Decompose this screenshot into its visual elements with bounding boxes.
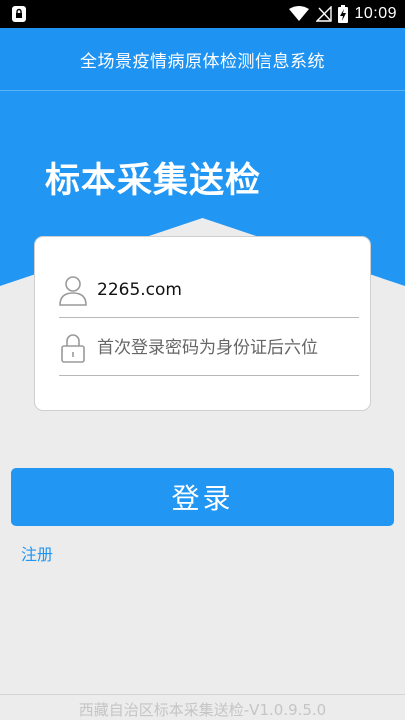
- app-bar: 全场景疫情病原体检测信息系统: [0, 28, 405, 91]
- password-field: [59, 318, 359, 376]
- page-title: 标本采集送检: [45, 161, 262, 201]
- lock-icon: [12, 6, 26, 22]
- register-link[interactable]: 注册: [21, 541, 53, 565]
- footer-divider: [0, 694, 405, 695]
- login-card: [34, 236, 371, 411]
- status-time: 10:09: [354, 5, 397, 22]
- status-bar: 10:09: [0, 0, 405, 28]
- user-icon: [59, 276, 87, 306]
- signal-off-icon: [316, 6, 333, 22]
- status-icons: 10:09: [288, 4, 397, 24]
- login-button[interactable]: 登录: [11, 468, 394, 526]
- battery-charging-icon: [338, 5, 349, 23]
- username-field: [59, 260, 359, 318]
- password-input[interactable]: [97, 333, 355, 363]
- wifi-icon: [289, 6, 310, 21]
- app-title: 全场景疫情病原体检测信息系统: [80, 51, 325, 72]
- username-input[interactable]: [97, 275, 355, 305]
- padlock-icon: [61, 334, 85, 363]
- version-text: 西藏自治区标本采集送检-V1.0.9.5.0: [78, 701, 327, 719]
